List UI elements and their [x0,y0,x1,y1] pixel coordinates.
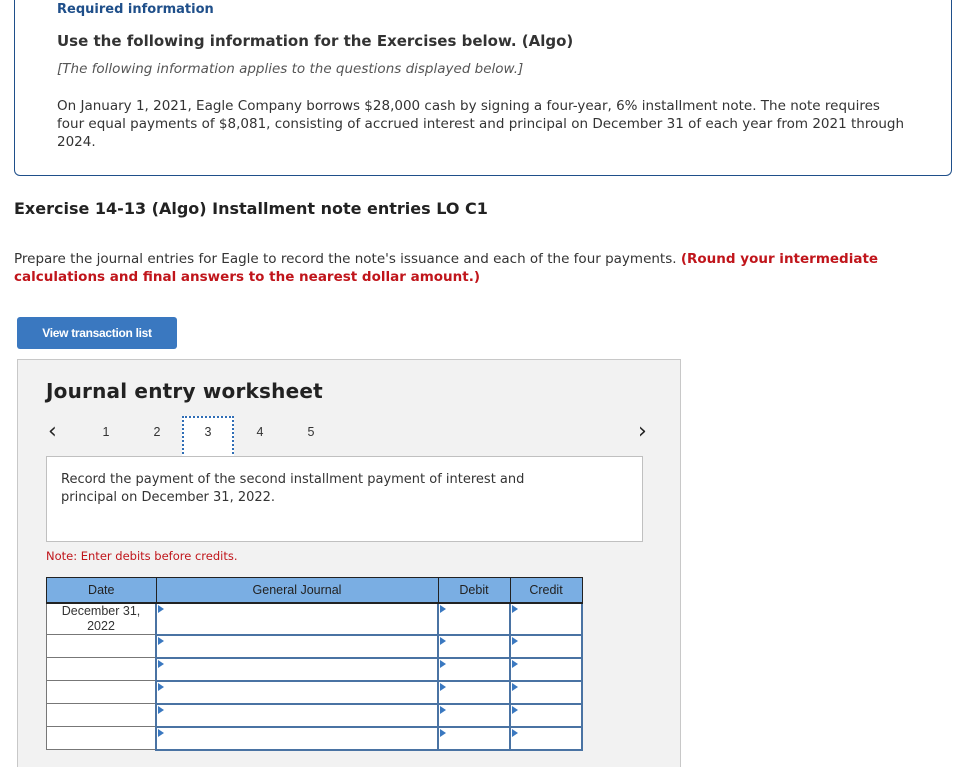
debit-cell[interactable] [437,702,511,728]
debit-input[interactable] [439,604,509,634]
info-body: On January 1, 2021, Eagle Company borrow… [57,98,905,150]
credit-input[interactable] [511,604,581,634]
journal-row [46,679,583,705]
account-input[interactable] [157,727,437,749]
dropdown-flag-icon [440,682,446,691]
dropdown-flag-icon [512,682,518,691]
debit-input[interactable] [439,681,509,703]
info-heading: Use the following information for the Ex… [57,32,574,50]
tab-4[interactable]: 4 [234,416,286,456]
account-cell[interactable] [155,602,439,636]
dropdown-flag-icon [158,682,164,691]
debit-cell[interactable] [437,679,511,705]
account-cell[interactable] [155,679,439,705]
debit-cell[interactable] [437,725,511,751]
transaction-prompt-box: Record the payment of the second install… [46,456,643,542]
date-cell [46,634,157,658]
credit-cell[interactable] [509,725,583,751]
date-cell: December 31, 2022 [46,602,157,635]
account-input[interactable] [157,658,437,680]
tab-2[interactable]: 2 [131,416,183,456]
account-input[interactable] [157,681,437,703]
dropdown-flag-icon [158,705,164,714]
account-input[interactable] [157,635,437,657]
date-cell [46,680,157,704]
tab-5[interactable]: 5 [285,416,337,456]
header-credit: Credit [509,577,583,604]
dropdown-flag-icon [440,659,446,668]
dropdown-flag-icon [440,728,446,737]
dropdown-flag-icon [440,705,446,714]
header-date: Date [46,577,157,604]
transaction-prompt: Record the payment of the second install… [61,472,525,505]
journal-row [46,725,583,751]
debit-cell[interactable] [437,656,511,682]
credit-input[interactable] [511,658,581,680]
journal-row [46,656,583,682]
credit-cell[interactable] [509,602,583,636]
chevron-left-icon[interactable]: ‹ [48,420,57,444]
debit-cell[interactable] [437,602,511,636]
dropdown-flag-icon [512,605,518,613]
debit-input[interactable] [439,635,509,657]
account-input[interactable] [157,604,437,634]
dropdown-flag-icon [158,605,164,613]
credit-input[interactable] [511,635,581,657]
credit-input[interactable] [511,681,581,703]
view-transaction-list-button[interactable]: View transaction list [17,317,177,349]
debit-input[interactable] [439,704,509,726]
header-general-journal: General Journal [155,577,439,604]
debits-note: Note: Enter debits before credits. [46,549,238,563]
account-input[interactable] [157,704,437,726]
tab-3[interactable]: 3 [182,416,234,458]
date-cell [46,703,157,727]
credit-cell[interactable] [509,656,583,682]
dropdown-flag-icon [158,636,164,645]
account-cell[interactable] [155,702,439,728]
account-cell[interactable] [155,725,439,751]
debit-input[interactable] [439,727,509,749]
credit-input[interactable] [511,727,581,749]
header-debit: Debit [437,577,511,604]
credit-cell[interactable] [509,633,583,659]
credit-cell[interactable] [509,679,583,705]
dropdown-flag-icon [512,636,518,645]
account-cell[interactable] [155,633,439,659]
dropdown-flag-icon [440,636,446,645]
dropdown-flag-icon [440,605,446,613]
required-information-label: Required information [57,2,214,17]
date-cell [46,657,157,681]
worksheet-title: Journal entry worksheet [46,379,323,403]
credit-input[interactable] [511,704,581,726]
account-cell[interactable] [155,656,439,682]
chevron-right-icon[interactable]: › [638,420,647,444]
info-subheading: [The following information applies to th… [57,61,524,77]
exercise-title: Exercise 14-13 (Algo) Installment note e… [14,199,488,218]
journal-row [46,633,583,659]
journal-table: Date General Journal Debit Credit Decemb… [46,577,583,751]
exercise-instructions: Prepare the journal entries for Eagle to… [14,250,914,286]
debit-cell[interactable] [437,633,511,659]
tab-1[interactable]: 1 [80,416,132,456]
journal-row: December 31, 2022 [46,602,583,636]
journal-entry-worksheet: Journal entry worksheet ‹ 1 2 3 4 5 › Re… [17,359,681,767]
journal-header-row: Date General Journal Debit Credit [46,577,583,604]
debit-input[interactable] [439,658,509,680]
instructions-text: Prepare the journal entries for Eagle to… [14,251,681,267]
date-cell [46,726,157,750]
journal-row [46,702,583,728]
dropdown-flag-icon [512,705,518,714]
dropdown-flag-icon [512,728,518,737]
dropdown-flag-icon [158,728,164,737]
dropdown-flag-icon [158,659,164,668]
dropdown-flag-icon [512,659,518,668]
credit-cell[interactable] [509,702,583,728]
